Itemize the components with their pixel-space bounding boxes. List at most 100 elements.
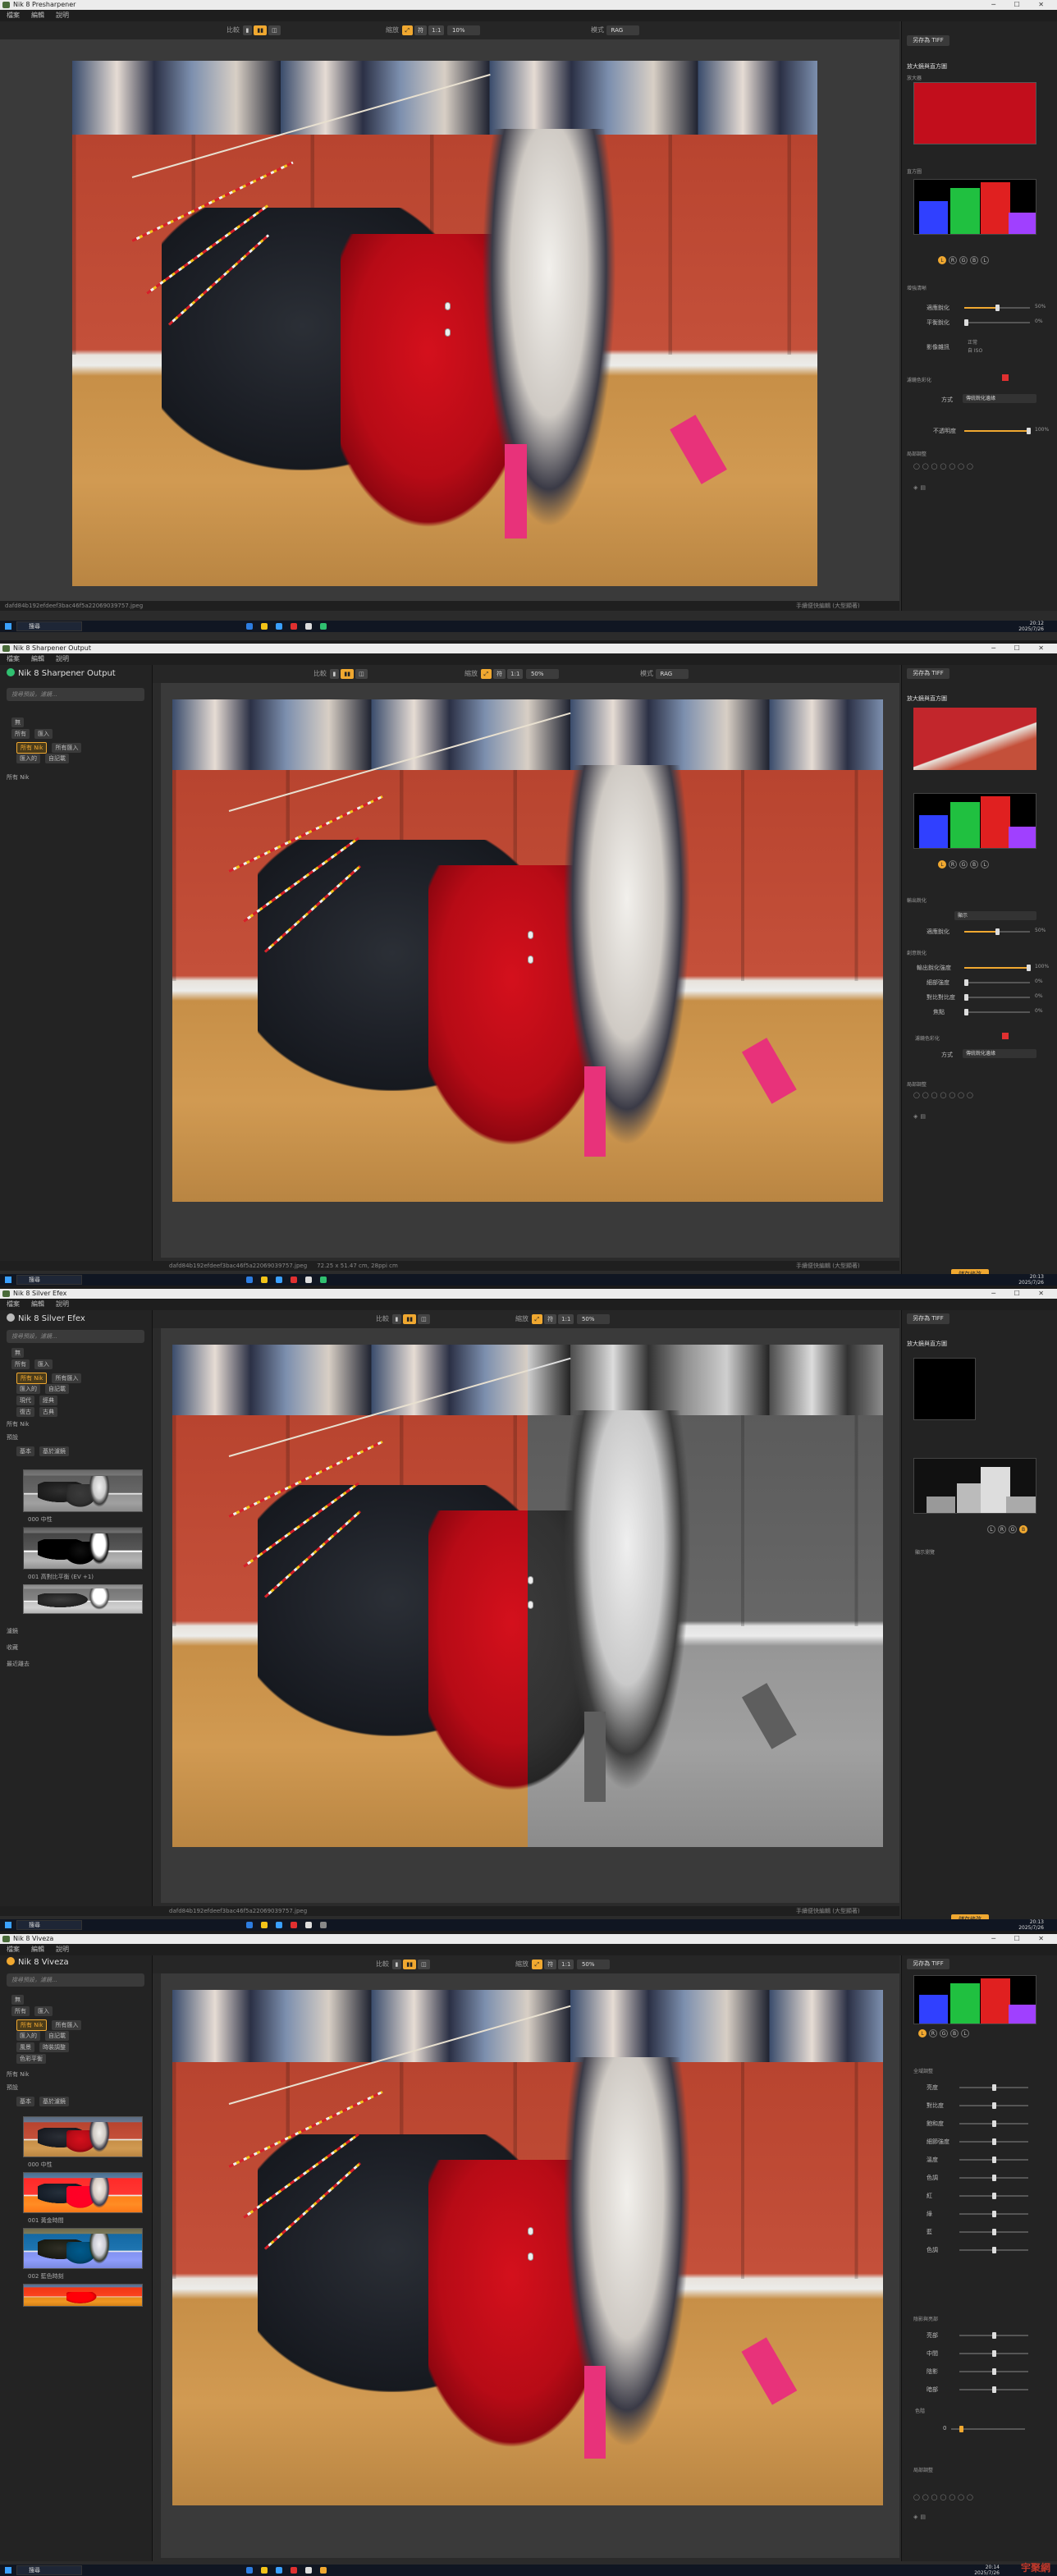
menu-help[interactable]: 說明	[56, 11, 69, 19]
title-bar: Nik 8 Sharpener Output ─ ☐ ✕	[0, 644, 1057, 653]
histogram	[913, 179, 1036, 235]
viveza-slider-label: 藍	[927, 2229, 932, 2235]
viveza-slider[interactable]	[959, 2175, 1028, 2181]
preset-thumbnail[interactable]	[23, 1527, 143, 1570]
filename: dafd84b192efdeef3bac46f5a22069039757.jpe…	[5, 603, 144, 609]
control-point-icon[interactable]	[528, 1575, 533, 1584]
viveza-slider[interactable]	[959, 2120, 1028, 2127]
status-right: 手續便快編輯 (大型顯著)	[796, 603, 860, 609]
viveza-slider[interactable]	[959, 2247, 1028, 2253]
compare-toggle-button[interactable]: ◫	[268, 25, 281, 35]
zoom-select[interactable]: 10%	[446, 25, 480, 35]
zoom-fit-button[interactable]: 符	[414, 25, 428, 35]
size-info: 72.25 x 51.47 cm, 28ppi cm	[317, 1263, 398, 1269]
slider-label: 適應銳化	[927, 305, 949, 311]
control-point-icon[interactable]	[445, 328, 451, 337]
viveza-slider[interactable]	[959, 2084, 1028, 2091]
compare-split-button[interactable]: ▮	[242, 25, 253, 35]
loupe-preview[interactable]	[913, 82, 1036, 144]
menu-bar: 檔案 編輯 說明	[0, 653, 1057, 665]
zoom-select[interactable]: 50%	[525, 668, 559, 679]
search-input[interactable]: 搜尋預設，濾鏡...	[7, 1330, 144, 1343]
toolbar: 比較 ▮ ▮▮ ◫ 縮放 ⤢ 符 1:1 50%	[153, 1955, 899, 1973]
save-to-button[interactable]: 另存為 TIFF	[907, 35, 949, 46]
all-nik-header[interactable]: 所有 Nik	[7, 773, 29, 782]
window-controls[interactable]: ─ ☐ ✕	[991, 0, 1052, 10]
taskbar-search[interactable]: 搜尋	[16, 621, 82, 631]
shadow-slider-label: 陰影	[927, 2368, 938, 2375]
local-tools[interactable]: ◯◯◯◯◯◯◯	[913, 463, 976, 470]
compare-side-button[interactable]: ▮▮	[254, 25, 268, 35]
preset-thumbnail[interactable]	[23, 1584, 143, 1614]
control-point-icon[interactable]	[528, 2226, 533, 2235]
control-point-icon[interactable]	[528, 1601, 533, 1610]
shadow-slider[interactable]	[959, 2350, 1028, 2357]
output-type-select[interactable]: 顯示	[954, 911, 1036, 920]
mode-label: 模式	[591, 26, 604, 34]
method-select[interactable]: 傳統銳化邊緣	[963, 394, 1036, 403]
preset-thumbnail[interactable]	[23, 1469, 143, 1512]
balance-sharpen-slider[interactable]	[964, 319, 1030, 326]
viveza-slider-label: 紅	[927, 2193, 932, 2199]
menu-bar: 檔案 編輯 說明	[0, 10, 1057, 21]
channel-buttons[interactable]: LRGBL	[938, 256, 991, 264]
shadow-slider[interactable]	[959, 2386, 1028, 2393]
channel-buttons[interactable]: LRGBL	[938, 860, 991, 869]
opacity-slider[interactable]	[964, 428, 1031, 434]
zoom-select[interactable]: 50%	[576, 1313, 610, 1324]
local-tools-2[interactable]: ◈▤	[913, 484, 928, 491]
taskbar: 搜尋 20:14 2025/7/26	[0, 2565, 1057, 2576]
control-point-icon[interactable]	[528, 956, 533, 965]
viveza-window: Nik 8 Viveza ─ ☐ ✕ 檔案 編輯 說明 Nik 8 Viveza 搜尋…	[0, 1934, 1057, 2576]
status-bar: dafd84b192efdeef3bac46f5a22069039757.jpe…	[0, 601, 899, 611]
right-panel: 另存為 TIFF 放大鏡與直方圖 LRGB 顯示瀏覽 儲存修改	[901, 1310, 1057, 1925]
section-color: 濾鏡色彩化	[907, 378, 932, 383]
menu-file[interactable]: 檔案	[7, 11, 20, 19]
sharpener-output-window: Nik 8 Sharpener Output ─ ☐ ✕ 檔案 編輯 說明 Nik 8…	[0, 644, 1057, 1286]
save-to-button[interactable]: 另存為 TIFF	[907, 668, 949, 679]
status-bar: dafd84b192efdeef3bac46f5a22069039757.jpe…	[0, 1906, 899, 1916]
search-input[interactable]: 搜尋預設，濾鏡...	[7, 688, 144, 701]
histogram	[913, 793, 1036, 849]
color-swatch[interactable]	[1002, 374, 1009, 381]
window-title: Nik 8 Presharpener	[13, 1, 76, 8]
viveza-slider[interactable]	[959, 2211, 1028, 2217]
taskbar: 搜尋 20:13 2025/7/26	[0, 1919, 1057, 1931]
panel-title: 放大鏡與直方圖	[907, 63, 947, 70]
menu-edit[interactable]: 編輯	[31, 11, 44, 19]
control-point-icon[interactable]	[528, 2253, 533, 2262]
viveza-slider[interactable]	[959, 2157, 1028, 2163]
control-point-icon[interactable]	[445, 302, 451, 311]
window-controls[interactable]: ─ ☐ ✕	[991, 644, 1052, 653]
mode-select[interactable]: RAG	[655, 668, 689, 679]
zoom-fit-icon[interactable]: ⤢	[401, 25, 414, 35]
viveza-slider[interactable]	[959, 2138, 1028, 2145]
menu-bar: 檔案 編輯 說明	[0, 1944, 1057, 1955]
viveza-slider[interactable]	[959, 2102, 1028, 2109]
taskbar: 搜尋 20:13 2025/7/26	[0, 1274, 1057, 1286]
viveza-slider[interactable]	[959, 2229, 1028, 2235]
control-point-icon[interactable]	[528, 930, 533, 939]
right-panel: 另存為 TIFF 放大鏡與直方圖 LRGBL 輸出銳化 顯示 適應銳化 50% …	[901, 665, 1057, 1280]
title-bar: Nik 8 Viveza ─ ☐ ✕	[0, 1934, 1057, 1944]
toolbar: 比較 ▮ ▮▮ ◫ 縮放 ⤢ 符 1:1 50% 模式 RAG	[153, 665, 899, 683]
photo	[172, 1990, 883, 2505]
canvas	[0, 39, 899, 601]
viveza-slider-label: 飽和度	[927, 2120, 944, 2127]
loupe-preview[interactable]	[913, 708, 1036, 770]
photo	[72, 61, 817, 586]
shadow-slider-label: 中間	[927, 2350, 938, 2357]
taskbar: 搜尋 20:12 2025/7/26	[0, 621, 1057, 632]
mode-select[interactable]: RAG	[606, 25, 639, 35]
shadow-slider[interactable]	[959, 2368, 1028, 2375]
zoom-1to1-button[interactable]: 1:1	[428, 25, 445, 35]
shadow-slider[interactable]	[959, 2332, 1028, 2339]
loupe-preview[interactable]	[913, 1358, 976, 1420]
windows-start-icon[interactable]	[5, 623, 11, 630]
toolbar: 比較 ▮ ▮▮ ◫ 縮放 ⤢ 符 1:1 50%	[153, 1310, 899, 1328]
viveza-slider-label: 色調	[927, 2247, 938, 2253]
adaptive-sharpen-slider[interactable]	[964, 305, 1030, 311]
viveza-slider[interactable]	[959, 2193, 1028, 2199]
toolbar: 比較 ▮ ▮▮ ◫ 縮放 ⤢ 符 1:1 10% 模式 RAG	[0, 21, 899, 39]
canvas	[161, 1973, 899, 2558]
